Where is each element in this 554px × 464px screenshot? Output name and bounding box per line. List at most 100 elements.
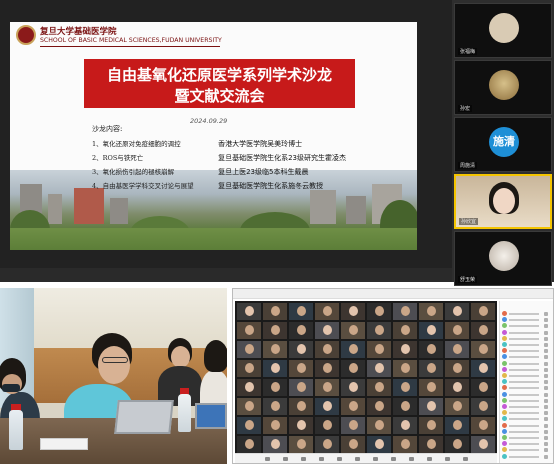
gallery-video-tile[interactable] [419,417,443,434]
gallery-video-tile[interactable] [263,417,287,434]
gallery-video-tile[interactable] [445,360,469,377]
mic-icon[interactable] [544,336,548,341]
gallery-video-tile[interactable] [289,398,313,415]
mic-icon[interactable] [544,361,548,366]
gallery-video-tile[interactable] [419,360,443,377]
mic-icon[interactable] [544,355,548,360]
mic-icon[interactable] [544,386,548,391]
gallery-video-tile[interactable] [367,303,391,320]
participant-list-row[interactable] [502,329,552,336]
gallery-video-tile[interactable] [263,322,287,339]
gallery-video-tile[interactable] [263,398,287,415]
gallery-video-tile[interactable] [341,322,365,339]
participant-list-row[interactable] [502,453,552,460]
participant-list-row[interactable] [502,354,552,360]
participant-list-row[interactable] [502,404,552,410]
participant-list-row[interactable] [502,410,552,416]
participant-list-row[interactable] [502,373,552,379]
participant-tile[interactable]: 舒玉荣 [454,231,552,286]
gallery-video-tile[interactable] [341,417,365,434]
gallery-video-tile[interactable] [445,303,469,320]
toolbar-button-icon[interactable] [337,457,342,461]
gallery-video-tile[interactable] [237,398,261,415]
gallery-video-tile[interactable] [471,417,495,434]
toolbar-button-icon[interactable] [319,457,324,461]
mic-icon[interactable] [544,429,548,434]
gallery-video-tile[interactable] [315,322,339,339]
participant-list-row[interactable] [502,348,552,354]
participant-tile[interactable]: 张福梅 [454,3,552,58]
gallery-video-tile[interactable] [341,341,365,358]
gallery-video-tile[interactable] [237,303,261,320]
mic-icon[interactable] [544,349,548,354]
toolbar-button-icon[interactable] [301,457,306,461]
toolbar-button-icon[interactable] [409,457,414,461]
participant-list-row[interactable] [502,317,552,323]
mic-icon[interactable] [544,398,548,403]
gallery-video-tile[interactable] [393,303,417,320]
toolbar-button-icon[interactable] [427,457,432,461]
participant-list-row[interactable] [502,385,552,391]
mic-icon[interactable] [544,318,548,323]
gallery-video-tile[interactable] [341,379,365,396]
gallery-video-tile[interactable] [471,322,495,339]
gallery-video-tile[interactable] [367,341,391,358]
participant-tile[interactable]: 孙宏 [454,60,552,115]
gallery-video-tile[interactable] [263,360,287,377]
gallery-video-tile[interactable] [263,379,287,396]
gallery-video-tile[interactable] [393,398,417,415]
gallery-video-tile[interactable] [471,436,495,453]
gallery-video-tile[interactable] [419,436,443,453]
gallery-video-tile[interactable] [315,303,339,320]
participant-list-row[interactable] [502,311,552,317]
gallery-video-tile[interactable] [471,398,495,415]
gallery-video-tile[interactable] [315,398,339,415]
participant-list-row[interactable] [502,366,552,373]
gallery-video-tile[interactable] [341,303,365,320]
gallery-video-tile[interactable] [471,360,495,377]
mic-icon[interactable] [544,411,548,416]
gallery-video-tile[interactable] [367,417,391,434]
gallery-video-tile[interactable] [393,341,417,358]
participant-list-row[interactable] [502,416,552,422]
gallery-video-tile[interactable] [289,360,313,377]
mic-icon[interactable] [544,454,548,459]
participant-list-row[interactable] [502,441,552,447]
gallery-video-tile[interactable] [445,436,469,453]
toolbar-button-icon[interactable] [445,457,450,461]
gallery-video-tile[interactable] [471,303,495,320]
mic-icon[interactable] [544,380,548,385]
gallery-video-tile[interactable] [315,436,339,453]
toolbar-button-icon[interactable] [265,457,270,461]
gallery-video-tile[interactable] [237,322,261,339]
toolbar-button-icon[interactable] [283,457,288,461]
toolbar-button-icon[interactable] [355,457,360,461]
participant-list-row[interactable] [502,360,552,367]
participant-list-row[interactable] [502,428,552,435]
gallery-video-tile[interactable] [289,436,313,453]
gallery-video-tile[interactable] [289,417,313,434]
participant-list-row[interactable] [502,335,552,342]
mic-icon[interactable] [544,367,548,372]
gallery-video-tile[interactable] [315,379,339,396]
mic-icon[interactable] [544,312,548,316]
gallery-video-tile[interactable] [419,303,443,320]
mic-icon[interactable] [544,423,548,428]
participant-list-row[interactable] [502,422,552,429]
gallery-video-tile[interactable] [315,341,339,358]
participant-list-row[interactable] [502,447,552,453]
gallery-video-tile[interactable] [367,398,391,415]
participant-tile[interactable]: 施清 周施清 [454,117,552,172]
gallery-video-tile[interactable] [315,360,339,377]
gallery-video-tile[interactable] [289,379,313,396]
gallery-video-tile[interactable] [419,341,443,358]
gallery-video-tile[interactable] [367,322,391,339]
participant-tile-active-speaker[interactable]: 孙欣宜 [454,174,552,229]
gallery-video-tile[interactable] [445,379,469,396]
mic-icon[interactable] [544,324,548,329]
gallery-video-tile[interactable] [289,341,313,358]
participant-list-row[interactable] [502,379,552,385]
gallery-video-tile[interactable] [263,436,287,453]
toolbar-button-icon[interactable] [463,457,468,461]
participant-list-row[interactable] [502,435,552,441]
